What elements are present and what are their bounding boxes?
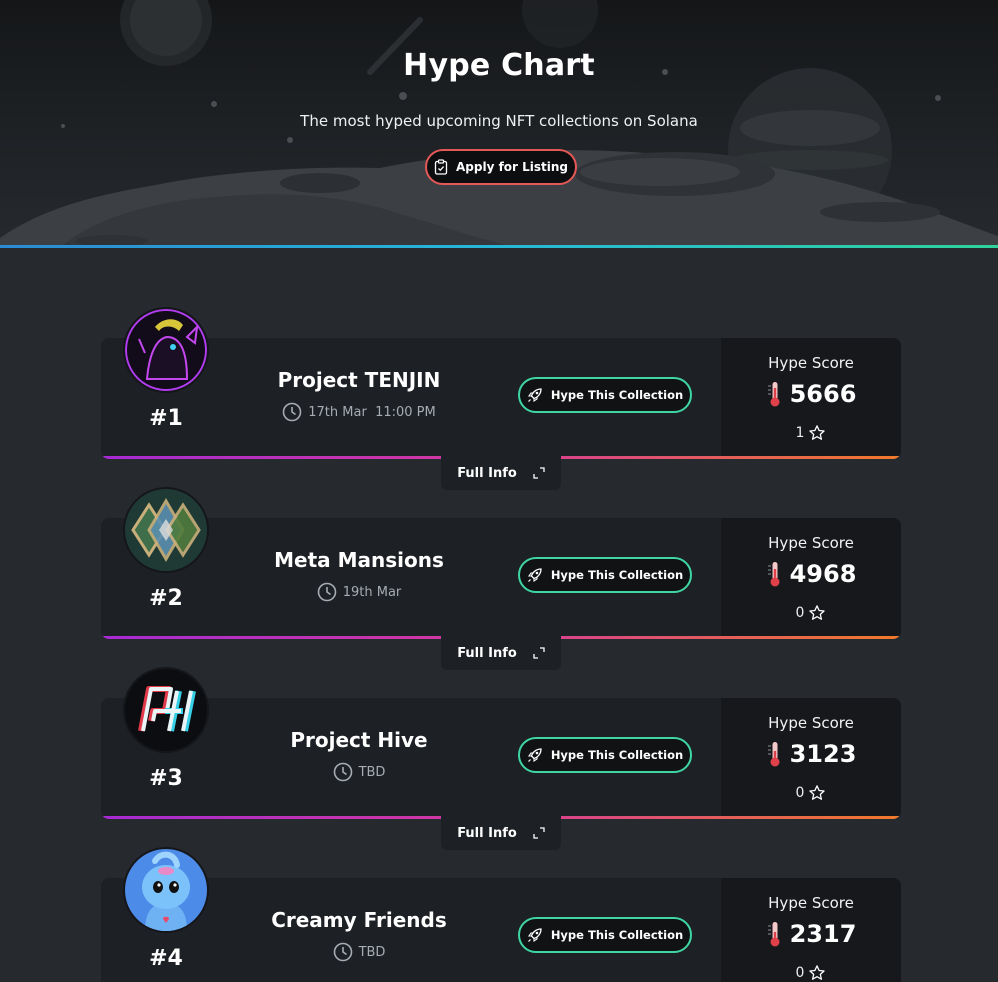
expand-icon	[533, 467, 545, 479]
hype-collection-button[interactable]: Hype This Collection	[518, 737, 692, 773]
page-title: Hype Chart	[403, 48, 595, 83]
collection-name: Project TENJIN	[277, 368, 441, 392]
page-subtitle: The most hyped upcoming NFT collections …	[300, 112, 698, 130]
collection-rank: #2	[149, 586, 183, 611]
hype-score-number: 2317	[789, 920, 857, 948]
thermometer-icon	[767, 562, 780, 587]
collection-date: TBD	[241, 942, 477, 962]
star-count: 0	[795, 785, 805, 801]
full-info-button[interactable]: Full Info	[441, 456, 561, 490]
hype-score-value: 3123	[721, 740, 901, 768]
expand-icon	[533, 647, 545, 659]
apply-for-listing-button[interactable]: Apply for Listing	[425, 149, 577, 185]
star-count: 0	[795, 605, 805, 621]
collection-name: Project Hive	[290, 728, 428, 752]
thermometer-icon	[767, 742, 780, 767]
clock-icon	[333, 942, 352, 962]
hype-score-label: Hype Score	[768, 534, 854, 552]
hero-banner: Hype Chart The most hyped upcoming NFT c…	[0, 0, 998, 248]
collection-date-text: 17th Mar 11:00 PM	[308, 404, 436, 420]
collection-rank: #4	[149, 946, 183, 971]
collection-avatar[interactable]	[123, 487, 209, 573]
hype-score-label: Hype Score	[768, 894, 854, 912]
star-rating[interactable]: 0	[721, 964, 901, 982]
clipboard-icon	[434, 159, 448, 175]
thermometer-icon	[767, 382, 780, 407]
hype-score-value: 4968	[721, 560, 901, 588]
rocket-icon	[527, 748, 542, 763]
full-info-button[interactable]: Full Info	[441, 816, 561, 850]
collection-card: #4 Creamy Friends TBD Hype This Collecti…	[101, 847, 901, 982]
thermometer-icon	[767, 922, 780, 947]
meta-mansions-avatar	[125, 489, 207, 571]
expand-icon	[533, 827, 545, 839]
collection-name: Meta Mansions	[274, 548, 444, 572]
collection-card: #2 Meta Mansions 19th Mar Hype This Coll…	[101, 487, 901, 670]
hype-collection-button[interactable]: Hype This Collection	[518, 917, 692, 953]
hype-score-number: 5666	[789, 380, 857, 408]
hype-score-number: 3123	[789, 740, 857, 768]
hero-divider	[0, 245, 998, 248]
rocket-icon	[527, 388, 542, 403]
rocket-icon	[527, 568, 542, 583]
full-info-label: Full Info	[457, 825, 517, 841]
collection-date: TBD	[241, 762, 477, 782]
clock-icon	[333, 762, 352, 782]
clock-icon	[282, 402, 302, 422]
collection-date-text: TBD	[358, 944, 386, 960]
hype-collection-button[interactable]: Hype This Collection	[518, 377, 692, 413]
collection-avatar[interactable]	[123, 667, 209, 753]
collection-card: #1 Project TENJIN 17th Mar 11:00 PM Hype…	[101, 307, 901, 490]
hype-score-label: Hype Score	[768, 714, 854, 732]
collection-date: 17th Mar 11:00 PM	[241, 402, 477, 422]
hype-score-value: 5666	[721, 380, 901, 408]
hype-score-number: 4968	[789, 560, 857, 588]
star-count: 1	[795, 425, 805, 441]
hype-button-label: Hype This Collection	[550, 388, 684, 402]
project-hive-avatar	[125, 669, 207, 751]
hype-score-value: 2317	[721, 920, 901, 948]
collection-date-text: TBD	[358, 764, 386, 780]
star-rating[interactable]: 0	[721, 784, 901, 802]
tenjin-avatar	[125, 309, 207, 391]
collection-avatar[interactable]	[123, 847, 209, 933]
collection-rank: #1	[149, 406, 183, 431]
apply-for-listing-label: Apply for Listing	[455, 160, 569, 174]
hype-score-label: Hype Score	[768, 354, 854, 372]
hype-button-label: Hype This Collection	[550, 568, 684, 582]
collection-avatar[interactable]	[123, 307, 209, 393]
collection-card: #3 Project Hive TBD Hype This Collection…	[101, 667, 901, 850]
hype-button-label: Hype This Collection	[550, 748, 684, 762]
star-icon[interactable]	[808, 424, 826, 442]
star-icon[interactable]	[808, 784, 826, 802]
collection-date-text: 19th Mar	[342, 584, 402, 600]
star-icon[interactable]	[808, 964, 826, 982]
star-rating[interactable]: 1	[721, 424, 901, 442]
full-info-button[interactable]: Full Info	[441, 636, 561, 670]
hype-collection-button[interactable]: Hype This Collection	[518, 557, 692, 593]
clock-icon	[317, 582, 337, 602]
full-info-label: Full Info	[457, 465, 517, 481]
rocket-icon	[527, 928, 542, 943]
star-rating[interactable]: 0	[721, 604, 901, 622]
collection-date: 19th Mar	[241, 582, 477, 602]
hype-button-label: Hype This Collection	[550, 928, 684, 942]
collection-name: Creamy Friends	[271, 908, 447, 932]
full-info-label: Full Info	[457, 645, 517, 661]
creamy-friends-avatar	[125, 849, 207, 931]
collection-rank: #3	[149, 766, 183, 791]
star-icon[interactable]	[808, 604, 826, 622]
star-count: 0	[795, 965, 805, 981]
